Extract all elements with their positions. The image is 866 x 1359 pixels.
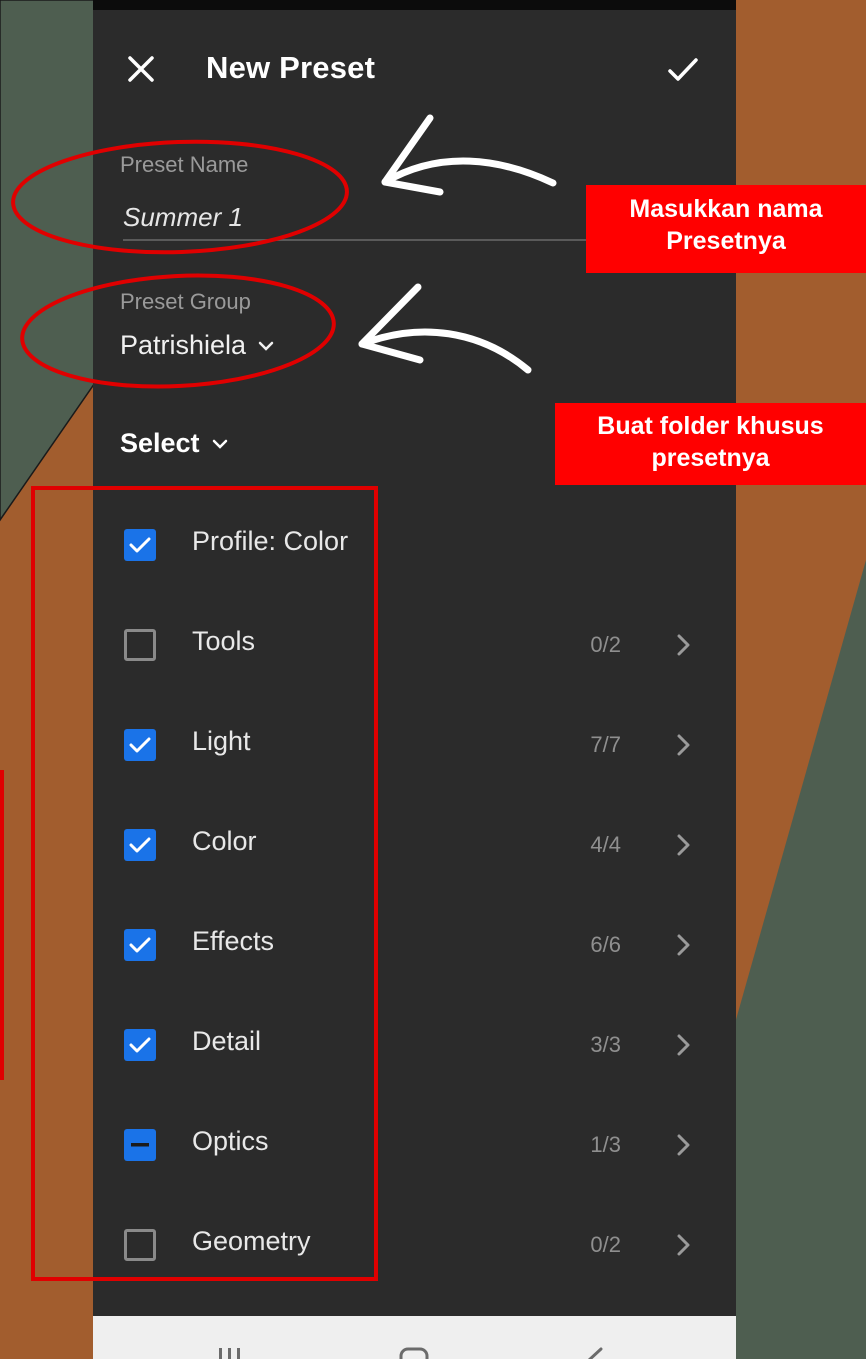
header: New Preset <box>93 10 736 130</box>
settings-row-count: 6/6 <box>590 932 621 957</box>
settings-row[interactable]: Color 4/4 <box>93 796 736 896</box>
android-navigation-bar <box>93 1316 736 1359</box>
settings-row-count: 3/3 <box>590 1032 621 1057</box>
settings-row[interactable]: Optics 1/3 <box>93 1096 736 1196</box>
checkmark-icon <box>129 1037 151 1053</box>
settings-row-label: Effects <box>192 926 275 956</box>
checkmark-icon <box>668 58 698 81</box>
settings-row-count: 0/2 <box>590 1232 621 1257</box>
settings-row-count: 0/2 <box>590 632 621 657</box>
select-label: Select <box>120 428 200 458</box>
settings-row[interactable]: Light 7/7 <box>93 696 736 796</box>
preset-name-label: Preset Name <box>120 152 249 177</box>
annotation-callout-preset-name: Masukkan nama Presetnya <box>586 185 866 273</box>
settings-row[interactable]: Tools 0/2 <box>93 596 736 696</box>
checkbox-checked[interactable] <box>124 729 156 761</box>
chevron-down-icon <box>212 439 227 449</box>
home-icon[interactable] <box>399 1347 429 1359</box>
chevron-right-icon[interactable] <box>673 630 695 660</box>
callout-line: presetnya <box>651 444 770 472</box>
settings-row-count: 1/3 <box>590 1132 621 1157</box>
checkmark-icon <box>129 837 151 853</box>
select-dropdown[interactable]: Select <box>120 428 228 459</box>
preset-group-label: Preset Group <box>120 289 251 314</box>
callout-line: Presetnya <box>666 227 786 255</box>
back-icon[interactable] <box>587 1347 603 1359</box>
preset-group-dropdown[interactable]: Patrishiela <box>120 330 274 361</box>
callout-line: Buat folder khusus <box>597 412 824 440</box>
preset-group-value: Patrishiela <box>120 330 247 360</box>
chevron-right-icon[interactable] <box>673 730 695 760</box>
settings-row-label: Geometry <box>192 1226 311 1256</box>
annotation-callout-preset-group: Buat folder khusus presetnya <box>555 403 866 485</box>
settings-row-label: Light <box>192 726 251 756</box>
checkbox-checked[interactable] <box>124 829 156 861</box>
checkmark-icon <box>129 537 151 553</box>
page-title: New Preset <box>206 50 376 85</box>
settings-row[interactable]: Effects 6/6 <box>93 896 736 996</box>
checkmark-icon <box>129 737 151 753</box>
chevron-right-icon[interactable] <box>673 1230 695 1260</box>
checkbox-partial[interactable] <box>124 1129 156 1161</box>
settings-row-count: 4/4 <box>590 832 621 857</box>
settings-row-label: Tools <box>192 626 256 656</box>
settings-row-count: 7/7 <box>590 732 621 757</box>
callout-line: Masukkan nama <box>629 195 823 223</box>
settings-row[interactable]: Profile: Color <box>93 496 736 596</box>
settings-row[interactable]: Detail 3/3 <box>93 996 736 1096</box>
checkbox-checked[interactable] <box>124 929 156 961</box>
checkbox-checked[interactable] <box>124 529 156 561</box>
checkmark-icon <box>129 937 151 953</box>
checkbox-unchecked[interactable] <box>124 1229 156 1261</box>
chevron-right-icon[interactable] <box>673 830 695 860</box>
confirm-button[interactable] <box>661 48 705 92</box>
checkbox-unchecked[interactable] <box>124 629 156 661</box>
chevron-down-icon <box>258 341 274 351</box>
checkbox-checked[interactable] <box>124 1029 156 1061</box>
minus-icon <box>131 1143 149 1147</box>
settings-row-label: Optics <box>192 1126 269 1156</box>
settings-row-label: Detail <box>192 1026 262 1056</box>
settings-row-label: Profile: Color <box>192 526 349 556</box>
settings-row[interactable]: Geometry 0/2 <box>93 1196 736 1296</box>
chevron-right-icon[interactable] <box>673 930 695 960</box>
close-icon <box>128 56 154 82</box>
preset-name-input[interactable] <box>123 197 603 237</box>
recent-apps-icon[interactable] <box>219 1348 240 1359</box>
status-bar <box>93 0 736 10</box>
chevron-right-icon[interactable] <box>673 1130 695 1160</box>
close-button[interactable] <box>120 48 162 90</box>
chevron-right-icon[interactable] <box>673 1030 695 1060</box>
settings-row-label: Color <box>192 826 257 856</box>
